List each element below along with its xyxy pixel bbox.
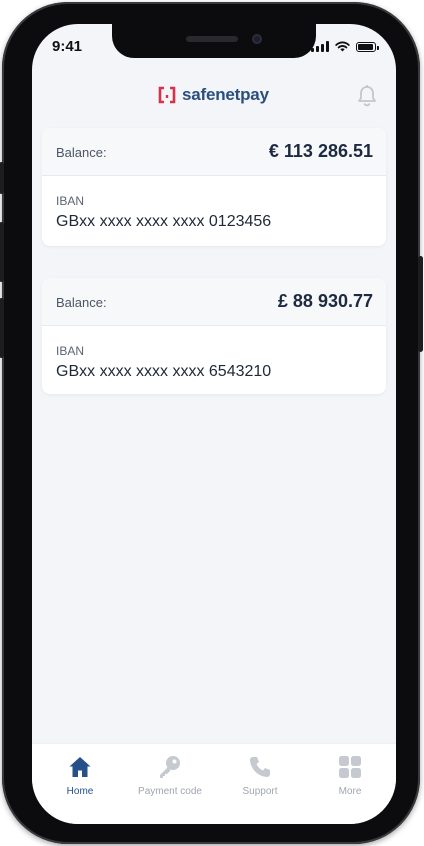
home-icon	[69, 757, 91, 777]
balance-label: Balance:	[56, 145, 107, 160]
iban-row: IBAN GBxx xxxx xxxx xxxx 0123456	[42, 176, 386, 246]
signal-icon	[311, 41, 329, 52]
safenetpay-logo[interactable]: safenetpay	[158, 85, 269, 105]
account-card-eur[interactable]: Balance: € 113 286.51 IBAN GBxx xxxx xxx…	[42, 128, 386, 246]
grid-icon	[339, 756, 361, 778]
balance-amount: £ 88 930.77	[277, 291, 373, 311]
tab-more[interactable]: More	[305, 754, 395, 797]
status-icons	[311, 41, 379, 52]
volume-up-button	[0, 222, 4, 282]
balance-amount: € 113 286.51	[268, 141, 373, 161]
tab-payment-code[interactable]: Payment code	[125, 754, 215, 797]
tab-label: Home	[66, 786, 94, 797]
tab-label: Support	[242, 786, 278, 797]
front-camera	[252, 34, 262, 44]
wifi-icon	[335, 41, 350, 52]
account-card-gbp[interactable]: Balance: £ 88 930.77 IBAN GBxx xxxx xxxx…	[42, 278, 386, 394]
notch	[112, 24, 316, 58]
iban-label: IBAN	[56, 194, 85, 208]
phone-icon	[250, 757, 270, 777]
balance-row: Balance: € 113 286.51	[42, 128, 386, 176]
status-time: 9:41	[52, 38, 83, 55]
logo-text: safenetpay	[182, 85, 269, 104]
bell-icon[interactable]	[356, 84, 378, 108]
balance-row: Balance: £ 88 930.77	[42, 278, 386, 326]
key-icon	[160, 756, 180, 778]
app-screen: 9:41 safenetpay Balance: € 113 286.51 IB…	[32, 24, 396, 824]
balance-label: Balance:	[56, 295, 107, 310]
tab-label: More	[338, 786, 362, 797]
logo-mark-icon	[158, 86, 176, 104]
bottom-tab-bar: Home Payment code Support More	[32, 743, 396, 824]
battery-icon	[356, 42, 379, 52]
iban-label: IBAN	[56, 344, 85, 358]
speaker	[186, 36, 238, 42]
iban-value: GBxx xxxx xxxx xxxx 0123456	[56, 213, 272, 230]
app-header: safenetpay	[32, 80, 396, 114]
power-button	[418, 256, 423, 352]
iban-row: IBAN GBxx xxxx xxxx xxxx 6543210	[42, 326, 386, 394]
tab-home[interactable]: Home	[35, 754, 125, 797]
tab-label: Payment code	[138, 786, 202, 797]
tab-support[interactable]: Support	[215, 754, 305, 797]
mute-switch	[0, 162, 4, 194]
volume-down-button	[0, 298, 4, 358]
phone-frame: 9:41 safenetpay Balance: € 113 286.51 IB…	[0, 2, 423, 844]
iban-value: GBxx xxxx xxxx xxxx 6543210	[56, 363, 272, 380]
